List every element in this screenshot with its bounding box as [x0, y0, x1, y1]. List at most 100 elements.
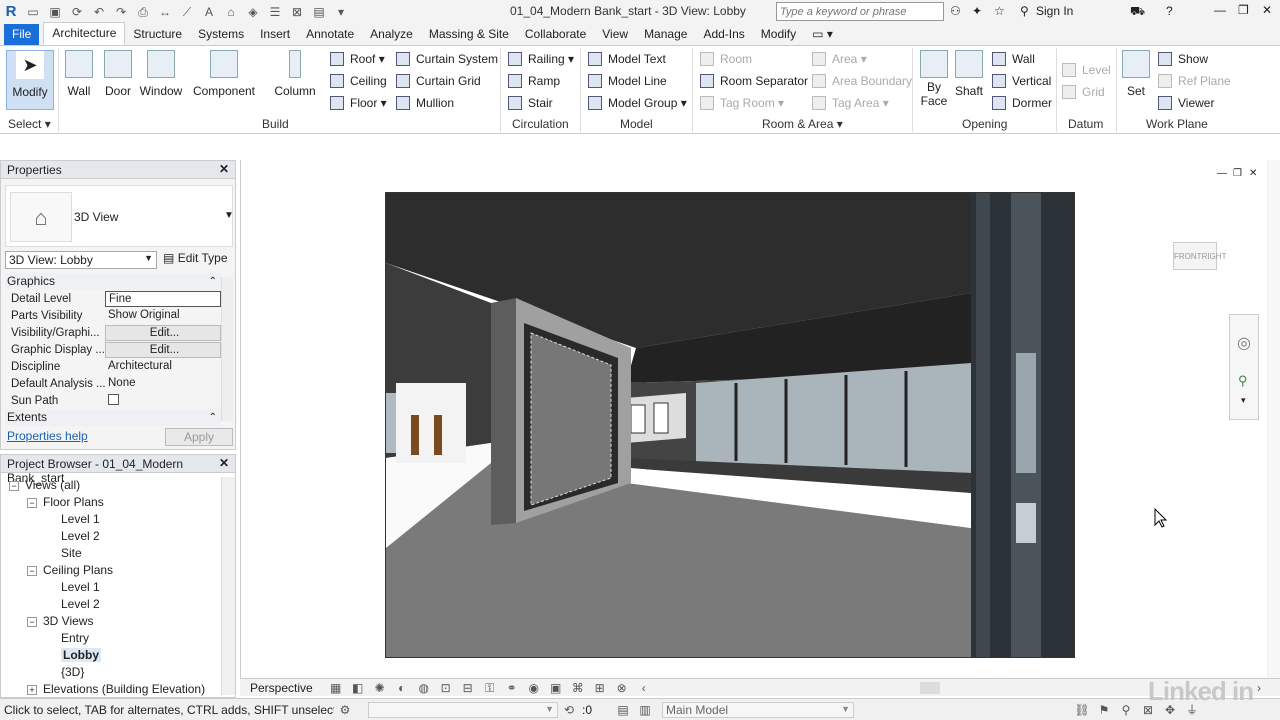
tab-add-ins[interactable]: Add-Ins — [695, 24, 752, 45]
temporary-view-properties-icon[interactable]: ▣ — [548, 680, 564, 696]
ceiling-button[interactable]: Ceiling — [330, 74, 387, 88]
cart-icon[interactable]: ⛟ — [1130, 4, 1145, 20]
tree-item[interactable]: − Floor Plans — [1, 494, 219, 511]
properties-scrollbar[interactable] — [221, 277, 233, 421]
tree-toggle-icon[interactable]: − — [27, 616, 37, 627]
thin-lines-icon[interactable]: ☰ — [267, 4, 283, 20]
view-restore-icon[interactable]: ❐ — [1233, 168, 1242, 179]
tab-architecture[interactable]: Architecture — [43, 22, 126, 45]
wall-opening-button[interactable]: Wall — [992, 52, 1035, 66]
ramp-button[interactable]: Ramp — [508, 74, 560, 88]
tab-analyze[interactable]: Analyze — [362, 24, 421, 45]
show-button[interactable]: Show — [1158, 52, 1208, 66]
sign-in-link[interactable]: Sign In — [1036, 4, 1073, 18]
highlight-displacement-icon[interactable]: ⊞ — [592, 680, 608, 696]
area-boundary-button[interactable]: Area Boundary — [812, 74, 912, 88]
tree-item[interactable]: + Elevations (Building Elevation) — [1, 681, 219, 698]
view-minimize-icon[interactable]: — — [1217, 168, 1227, 179]
select-panel-title[interactable]: Select ▾ — [8, 117, 51, 131]
tag-room-button[interactable]: Tag Room ▾ — [700, 96, 784, 110]
room-button[interactable]: Room — [700, 52, 752, 66]
graphics-group[interactable]: Graphics ⌃ — [5, 273, 221, 290]
section-icon[interactable]: ◈ — [245, 4, 261, 20]
navbar-options-icon[interactable]: ▾ — [1241, 395, 1246, 406]
tree-item[interactable]: {3D} — [1, 664, 219, 681]
model-line-button[interactable]: Model Line — [588, 74, 667, 88]
railing-button[interactable]: Railing ▾ — [508, 52, 574, 66]
room-area-panel-title[interactable]: Room & Area ▾ — [762, 117, 843, 131]
tree-item[interactable]: Level 2 — [1, 596, 219, 613]
tree-toggle-icon[interactable]: − — [27, 565, 37, 576]
close-properties-icon[interactable]: ✕ — [219, 162, 229, 176]
reveal-constraints-icon[interactable]: ⊗ — [614, 680, 630, 696]
column-button[interactable]: Column — [272, 50, 318, 98]
analytical-model-icon[interactable]: ⌘ — [570, 680, 586, 696]
type-dropdown-icon[interactable]: ▼ — [224, 210, 234, 221]
tree-item[interactable]: Level 1 — [1, 511, 219, 528]
set-button[interactable]: Set — [1120, 50, 1152, 98]
property-value[interactable]: Architectural — [105, 359, 221, 375]
redo-icon[interactable]: ↷ — [113, 4, 129, 20]
scroll-left-icon[interactable]: ‹ — [636, 680, 652, 696]
search-input[interactable] — [776, 2, 944, 21]
tab-file[interactable]: File — [4, 24, 40, 45]
zoom-icon[interactable]: ⚲ — [1238, 373, 1248, 389]
3d-view-canvas[interactable] — [385, 192, 1075, 658]
property-value[interactable]: None — [105, 376, 221, 392]
tree-toggle-icon[interactable]: + — [27, 684, 37, 695]
horizontal-scrollbar[interactable] — [920, 682, 940, 694]
select-links-icon[interactable]: ⛓ — [1074, 702, 1090, 718]
door-button[interactable]: Door — [100, 50, 136, 98]
window-button[interactable]: Window — [138, 50, 184, 98]
close-icon[interactable]: ✕ — [1262, 3, 1272, 17]
viewcube-face[interactable]: FRONT RIGHT — [1173, 242, 1226, 270]
shaft-button[interactable]: Shaft — [952, 50, 986, 98]
design-options-icon[interactable]: ▤ — [615, 702, 631, 718]
level-button[interactable]: Level — [1062, 63, 1111, 77]
extents-group[interactable]: Extents ⌃ — [5, 409, 221, 426]
tree-item[interactable]: Level 1 — [1, 579, 219, 596]
detail-level-icon[interactable]: ▦ — [328, 680, 344, 696]
sync-icon[interactable]: ⟳ — [69, 4, 85, 20]
tree-item[interactable]: Entry — [1, 630, 219, 647]
roof-button[interactable]: Roof ▾ — [330, 52, 385, 66]
tree-item[interactable]: Site — [1, 545, 219, 562]
print-icon[interactable]: ⎙ — [135, 4, 151, 20]
select-pinned-icon[interactable]: ⚲ — [1118, 702, 1134, 718]
revit-logo-icon[interactable]: R — [3, 4, 19, 20]
measure-icon[interactable]: ↔ — [157, 4, 173, 20]
edit-type-button[interactable]: ▤ Edit Type — [163, 251, 228, 265]
model-text-button[interactable]: Model Text — [588, 52, 666, 66]
select-underlay-icon[interactable]: ⚑ — [1096, 702, 1112, 718]
minimize-icon[interactable]: — — [1214, 3, 1226, 17]
help-icon[interactable]: ? — [1166, 4, 1173, 18]
tab-modify[interactable]: Modify — [753, 24, 804, 45]
close-hidden-icon[interactable]: ⊠ — [289, 4, 305, 20]
graphic-display-edit-button[interactable]: Edit... — [105, 341, 221, 358]
tree-item[interactable]: Level 2 — [1, 528, 219, 545]
workset-dropdown[interactable]: ▼ — [368, 701, 558, 718]
visual-style-icon[interactable]: ◧ — [350, 680, 366, 696]
steering-wheel-icon[interactable]: ◎ — [1237, 333, 1251, 353]
tab-structure[interactable]: Structure — [125, 24, 190, 45]
sun-path-icon[interactable]: ✺ — [372, 680, 388, 696]
dimension-icon[interactable]: ⟋ — [179, 4, 195, 20]
editable-only-icon[interactable]: ⟲ — [561, 702, 577, 718]
tab-view[interactable]: View — [594, 24, 636, 45]
tab-collaborate[interactable]: Collaborate — [517, 24, 594, 45]
visibility-edit-button[interactable]: Edit... — [105, 324, 221, 341]
tree-toggle-icon[interactable]: − — [9, 480, 19, 491]
properties-help-link[interactable]: Properties help — [7, 429, 88, 443]
shadows-icon[interactable]: ◐ — [394, 680, 410, 696]
wall-button[interactable]: Wall — [62, 50, 96, 98]
tree-item[interactable]: Lobby — [1, 647, 219, 664]
exclude-options-icon[interactable]: ▥ — [637, 702, 653, 718]
restore-icon[interactable]: ❐ — [1238, 3, 1249, 17]
viewer-button[interactable]: Viewer — [1158, 96, 1214, 110]
by-face-button[interactable]: By Face — [916, 50, 952, 108]
model-group-button[interactable]: Model Group ▾ — [588, 96, 687, 110]
unlocked-3d-view-icon[interactable]: ⚿ — [482, 680, 498, 696]
ribbon-minimize-icon[interactable]: ▭ ▾ — [804, 24, 841, 45]
tree-toggle-icon[interactable]: − — [27, 497, 37, 508]
reveal-hidden-icon[interactable]: ◉ — [526, 680, 542, 696]
